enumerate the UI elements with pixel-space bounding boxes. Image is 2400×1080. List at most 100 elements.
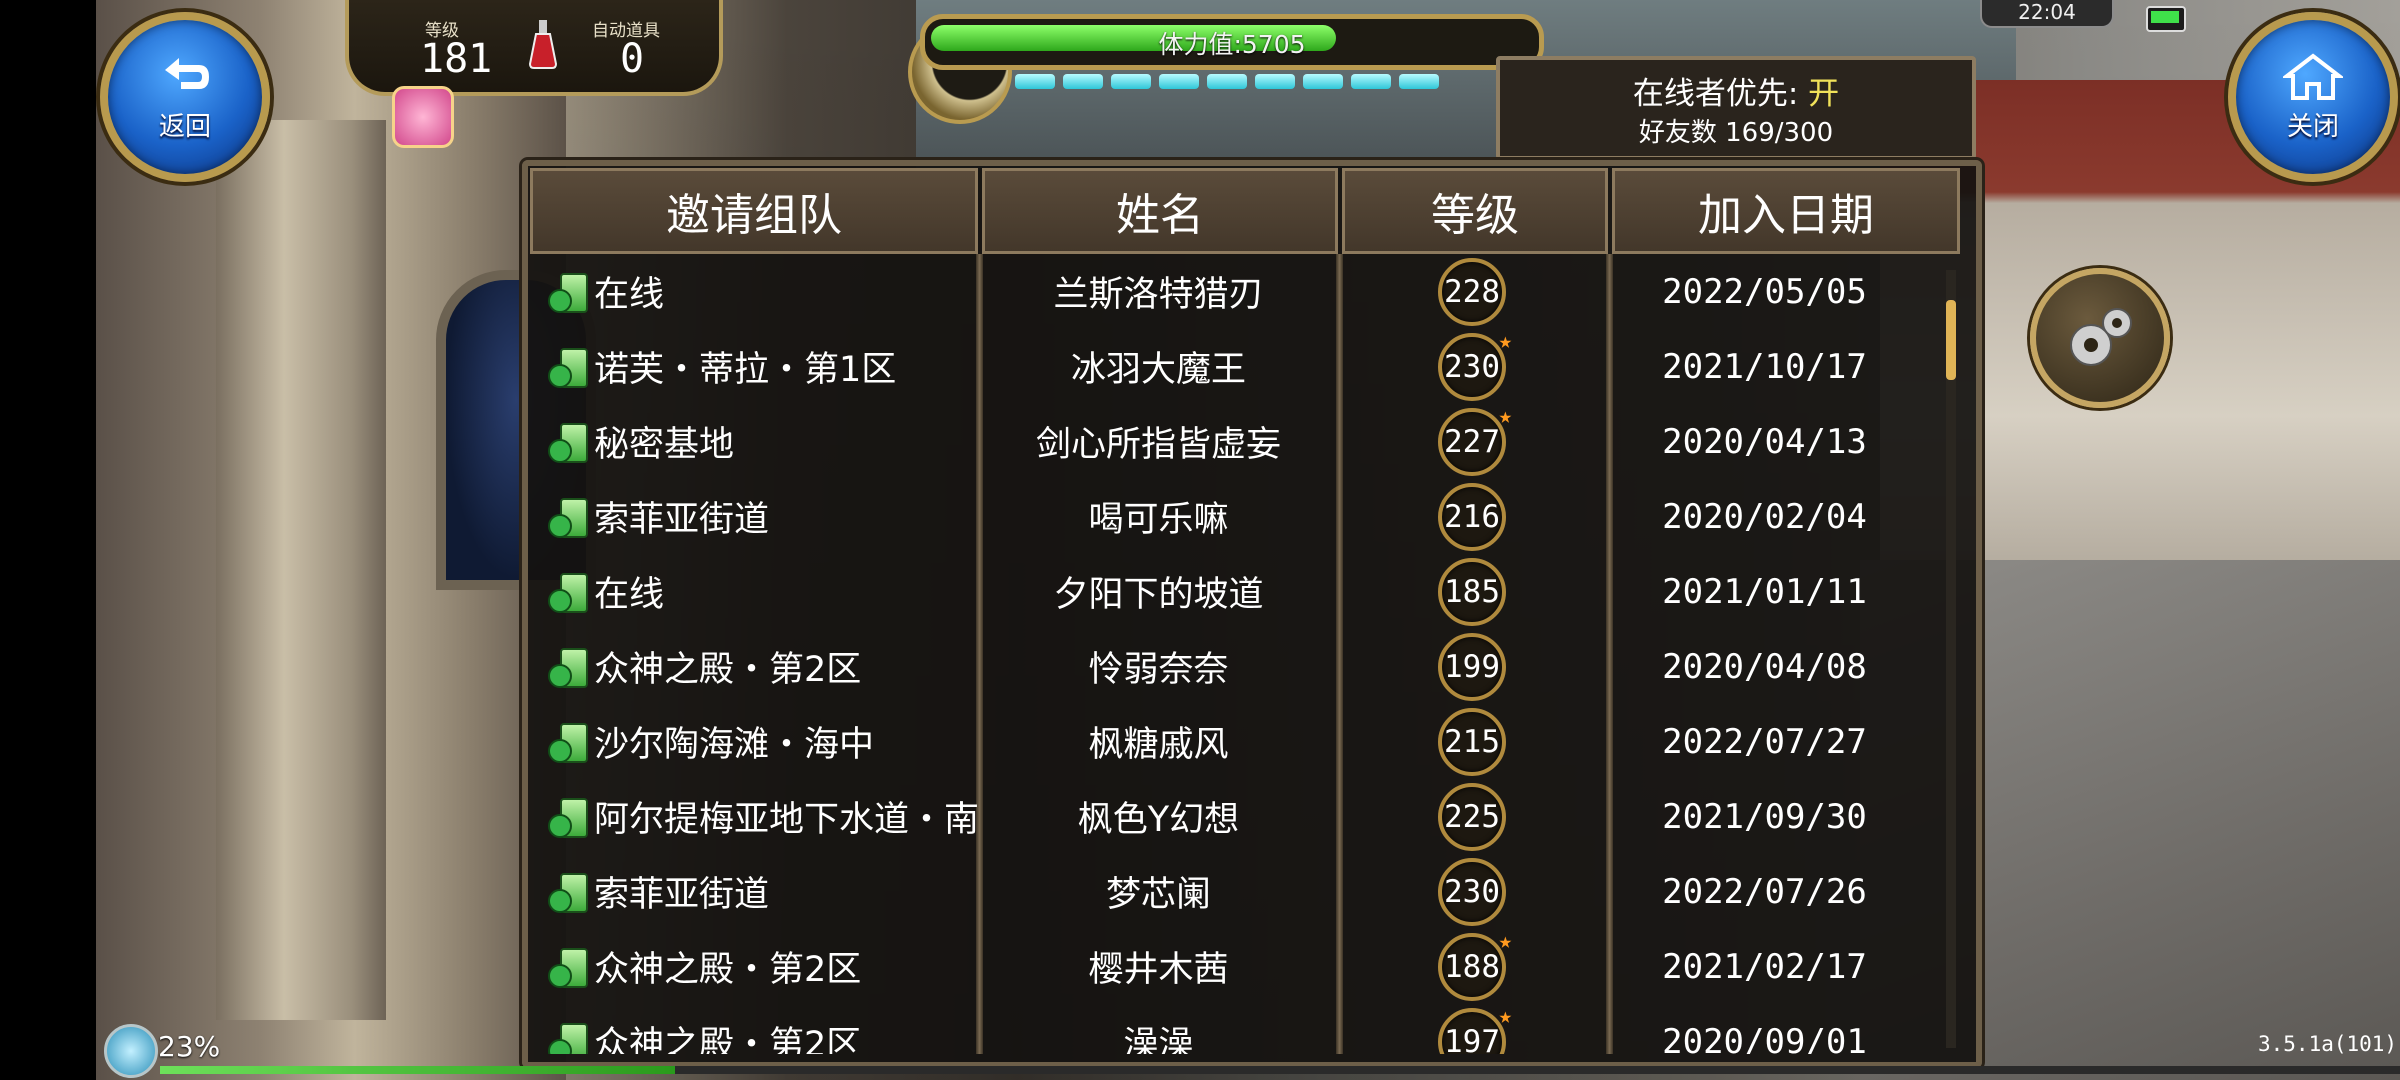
energy-segment xyxy=(1063,74,1103,89)
online-phone-icon xyxy=(548,946,588,988)
friend-name: 澡澡 xyxy=(1123,1025,1194,1054)
join-date: 2021/09/30 xyxy=(1662,796,1867,837)
online-phone-icon xyxy=(548,346,588,388)
energy-segment xyxy=(1207,74,1247,89)
gift-icon[interactable] xyxy=(392,86,454,148)
header-join-date[interactable]: 加入日期 xyxy=(1612,168,1960,254)
level-badge: 216 xyxy=(1438,482,1506,551)
potion-icon xyxy=(528,18,558,70)
join-date: 2020/04/08 xyxy=(1662,646,1867,687)
friend-level: 199 xyxy=(1444,648,1500,685)
invite-party-cell[interactable]: 在线 xyxy=(548,554,988,629)
join-date: 2021/10/17 xyxy=(1662,346,1867,387)
friend-name: 冰羽大魔王 xyxy=(1070,350,1246,390)
scrollbar-track[interactable] xyxy=(1946,270,1956,1048)
online-phone-icon xyxy=(548,421,588,463)
friend-location: 阿尔提梅亚地下水道・南 xyxy=(594,800,980,840)
invite-party-cell[interactable]: 众神之殿・第2区 xyxy=(548,629,988,704)
join-date: 2022/07/26 xyxy=(1662,871,1867,912)
energy-segment xyxy=(1303,74,1343,89)
friend-level: 215 xyxy=(1444,723,1500,760)
friend-info-panel[interactable]: 在线者优先: 开 好友数 169/300 xyxy=(1496,56,1976,160)
join-date: 2022/07/27 xyxy=(1662,721,1867,762)
level-cell: 199 xyxy=(1337,629,1607,704)
online-phone-icon xyxy=(548,1021,588,1054)
online-priority-label: 在线者优先: xyxy=(1632,76,1799,112)
online-priority-value: 开 xyxy=(1808,76,1840,112)
friend-row[interactable]: 秘密基地 剑心所指皆虚妄 227 ★ 2020/04/13 xyxy=(540,404,1950,479)
level-badge: 199 xyxy=(1438,632,1506,701)
friend-row[interactable]: 在线 兰斯洛特猎刃 228 2022/05/05 xyxy=(540,254,1950,329)
invite-party-cell[interactable]: 诺芙・蒂拉・第1区 xyxy=(548,329,988,404)
star-icon: ★ xyxy=(1498,403,1512,429)
invite-party-cell[interactable]: 众神之殿・第2区 xyxy=(548,929,988,1004)
header-name[interactable]: 姓名 xyxy=(982,168,1338,254)
online-phone-icon xyxy=(548,796,588,838)
friend-location: 索菲亚街道 xyxy=(594,875,770,915)
friend-count-label: 好友数 xyxy=(1638,118,1717,148)
header-invite-party[interactable]: 邀请组队 xyxy=(530,168,978,254)
invite-party-cell[interactable]: 索菲亚街道 xyxy=(548,854,988,929)
friend-row[interactable]: 阿尔提梅亚地下水道・南 枫色Y幻想 225 2021/09/30 xyxy=(540,779,1950,854)
back-button[interactable]: 返回 xyxy=(100,12,270,182)
stamina-text: 体力值:5705 xyxy=(1158,30,1306,59)
invite-party-cell[interactable]: 众神之殿・第2区 xyxy=(548,1004,988,1054)
friend-count-line: 好友数 169/300 xyxy=(1500,112,1972,149)
energy-segment xyxy=(1351,74,1391,89)
level-cell: 216 xyxy=(1337,479,1607,554)
friend-row[interactable]: 索菲亚街道 喝可乐嘛 216 2020/02/04 xyxy=(540,479,1950,554)
friend-name: 樱井木茜 xyxy=(1088,950,1229,990)
star-icon: ★ xyxy=(1498,1003,1512,1029)
level-cell: 188 ★ xyxy=(1337,929,1607,1004)
star-icon: ★ xyxy=(1498,328,1512,354)
back-arrow-icon xyxy=(165,57,209,89)
scrollbar-thumb[interactable] xyxy=(1946,300,1956,380)
online-phone-icon xyxy=(548,871,588,913)
energy-segment xyxy=(1111,74,1151,89)
friend-name: 怜弱奈奈 xyxy=(1088,650,1229,690)
friend-location: 在线 xyxy=(594,575,665,615)
close-button[interactable]: 关闭 xyxy=(2228,12,2398,182)
friend-name: 夕阳下的坡道 xyxy=(1053,575,1264,615)
friend-location: 在线 xyxy=(594,275,665,315)
friend-row[interactable]: 诺芙・蒂拉・第1区 冰羽大魔王 230 ★ 2021/10/17 xyxy=(540,329,1950,404)
join-date: 2022/05/05 xyxy=(1662,271,1867,312)
level-cell: 230 ★ xyxy=(1337,329,1607,404)
invite-party-cell[interactable]: 索菲亚街道 xyxy=(548,479,988,554)
level-badge: 227 ★ xyxy=(1438,404,1512,476)
friend-level: 188 xyxy=(1444,948,1500,985)
level-badge: 188 ★ xyxy=(1438,929,1512,1001)
friend-location: 众神之殿・第2区 xyxy=(594,1025,862,1054)
stone-pillar xyxy=(216,120,386,1020)
settings-button[interactable] xyxy=(2030,268,2170,408)
friend-list[interactable]: 在线 兰斯洛特猎刃 228 2022/05/05 诺芙・蒂拉・第1区 冰羽大魔王 230 ★ 2… xyxy=(540,254,1950,1054)
invite-party-cell[interactable]: 在线 xyxy=(548,254,988,329)
header-level[interactable]: 等级 xyxy=(1342,168,1608,254)
invite-party-cell[interactable]: 秘密基地 xyxy=(548,404,988,479)
invite-party-cell[interactable]: 阿尔提梅亚地下水道・南 xyxy=(548,779,988,854)
clock-text: 22:04 xyxy=(2018,0,2076,24)
progress-fill xyxy=(160,1066,675,1074)
level-badge: 197 ★ xyxy=(1438,1004,1512,1054)
invite-party-cell[interactable]: 沙尔陶海滩・海中 xyxy=(548,704,988,779)
zone-icon[interactable] xyxy=(104,1024,158,1078)
friend-level: 230 xyxy=(1444,873,1500,910)
battery-level xyxy=(2151,11,2179,23)
online-phone-icon xyxy=(548,721,588,763)
auto-item-value: 0 xyxy=(620,36,645,82)
friend-row[interactable]: 沙尔陶海滩・海中 枫糖戚风 215 2022/07/27 xyxy=(540,704,1950,779)
clock: 22:04 xyxy=(1980,0,2114,28)
friend-row[interactable]: 众神之殿・第2区 怜弱奈奈 199 2020/04/08 xyxy=(540,629,1950,704)
friend-row[interactable]: 索菲亚街道 梦芯阑 230 2022/07/26 xyxy=(540,854,1950,929)
close-label: 关闭 xyxy=(2286,111,2339,142)
friend-row[interactable]: 众神之殿・第2区 樱井木茜 188 ★ 2021/02/17 xyxy=(540,929,1950,1004)
friend-row[interactable]: 在线 夕阳下的坡道 185 2021/01/11 xyxy=(540,554,1950,629)
level-value: 181 xyxy=(420,36,493,82)
progress-percent: 23% xyxy=(158,1030,221,1063)
friend-level: 225 xyxy=(1444,798,1500,835)
join-date: 2020/02/04 xyxy=(1662,496,1867,537)
energy-segment xyxy=(1255,74,1295,89)
friend-row[interactable]: 众神之殿・第2区 澡澡 197 ★ 2020/09/01 xyxy=(540,1004,1950,1054)
friend-name: 枫糖戚风 xyxy=(1088,725,1229,765)
level-cell: 197 ★ xyxy=(1337,1004,1607,1054)
